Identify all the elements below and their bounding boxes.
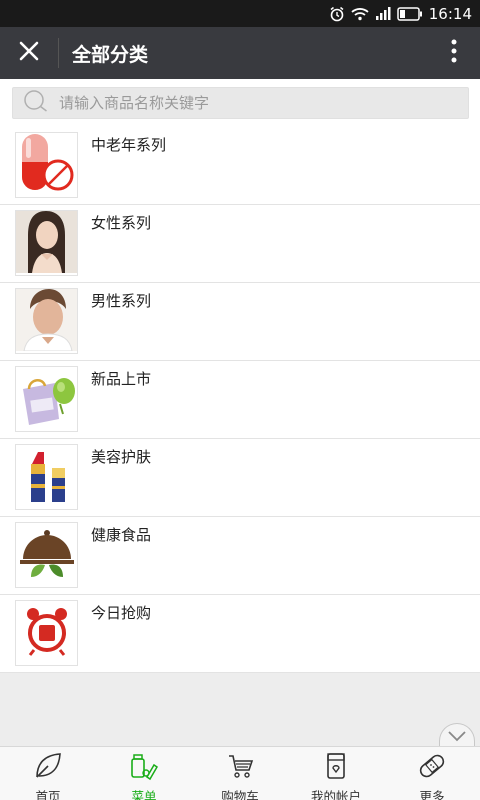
search-bar [0,79,480,127]
tab-label: 购物车 [221,789,259,800]
category-thumbnail [15,444,78,510]
category-label: 今日抢购 [91,604,152,622]
category-item-beauty[interactable]: 美容护肤 [0,439,480,517]
search-input[interactable] [59,94,439,112]
food-cloche-icon [17,525,77,585]
top-navbar: 全部分类 [0,27,480,79]
category-item-flash-sale[interactable]: 今日抢购 [0,595,480,673]
shopping-bag-icon [17,367,77,431]
tab-label: 菜单 [131,789,157,800]
status-time: 16:14 [428,4,472,23]
chevron-down-icon [447,727,467,746]
tab-cart[interactable]: 购物车 [192,747,288,800]
category-thumbnail [15,210,78,276]
tab-label: 首页 [35,789,61,800]
close-button[interactable] [0,27,58,79]
category-label: 新品上市 [91,370,152,388]
lipstick-icon [22,445,72,509]
alarm-icon [329,6,345,22]
category-label: 女性系列 [91,214,152,232]
category-item-men[interactable]: 男性系列 [0,283,480,361]
category-label: 美容护肤 [91,448,152,466]
category-thumbnail [15,288,78,354]
tab-home[interactable]: 首页 [0,747,96,800]
signal-icon [375,6,391,21]
tab-more[interactable]: 更多 [384,747,480,800]
cart-icon [225,751,255,784]
search-icon [23,90,49,116]
man-portrait-icon [16,289,77,353]
category-item-new-arrivals[interactable]: 新品上市 [0,361,480,439]
category-thumbnail [15,600,78,666]
status-bar: 16:14 [0,0,480,27]
more-options-button[interactable] [428,27,480,79]
account-icon [321,751,351,784]
category-label: 健康食品 [91,526,152,544]
woman-portrait-icon [16,211,77,275]
more-vertical-icon [451,39,457,67]
nav-divider [58,38,59,68]
category-list: 中老年系列 女性系列 男性系列 新品上市 美容护肤 健康食品 今日抢购 [0,127,480,673]
page-title: 全部分类 [72,43,149,66]
bandage-icon [416,751,448,784]
category-thumbnail [15,366,78,432]
category-item-women[interactable]: 女性系列 [0,205,480,283]
tab-label: 我的帐户 [310,789,361,800]
battery-icon [397,6,423,21]
leaf-icon [33,751,63,784]
category-label: 中老年系列 [91,136,167,154]
tab-menu[interactable]: 菜单 [96,747,192,800]
wifi-icon [351,7,369,21]
main-content: 中老年系列 女性系列 [0,79,480,749]
category-thumbnail [15,522,78,588]
tab-label: 更多 [419,789,445,800]
menu-products-icon [129,751,159,784]
alarm-clock-icon [25,605,69,661]
category-item-health-food[interactable]: 健康食品 [0,517,480,595]
bottom-tabbar: 首页 菜单 购物车 我的帐户 更多 [0,746,480,800]
category-label: 男性系列 [91,292,152,310]
close-icon [19,41,39,65]
search-box[interactable] [12,87,469,119]
capsule-pill-icon [18,133,76,197]
tab-account[interactable]: 我的帐户 [288,747,384,800]
category-thumbnail [15,132,78,198]
category-item-senior[interactable]: 中老年系列 [0,127,480,205]
